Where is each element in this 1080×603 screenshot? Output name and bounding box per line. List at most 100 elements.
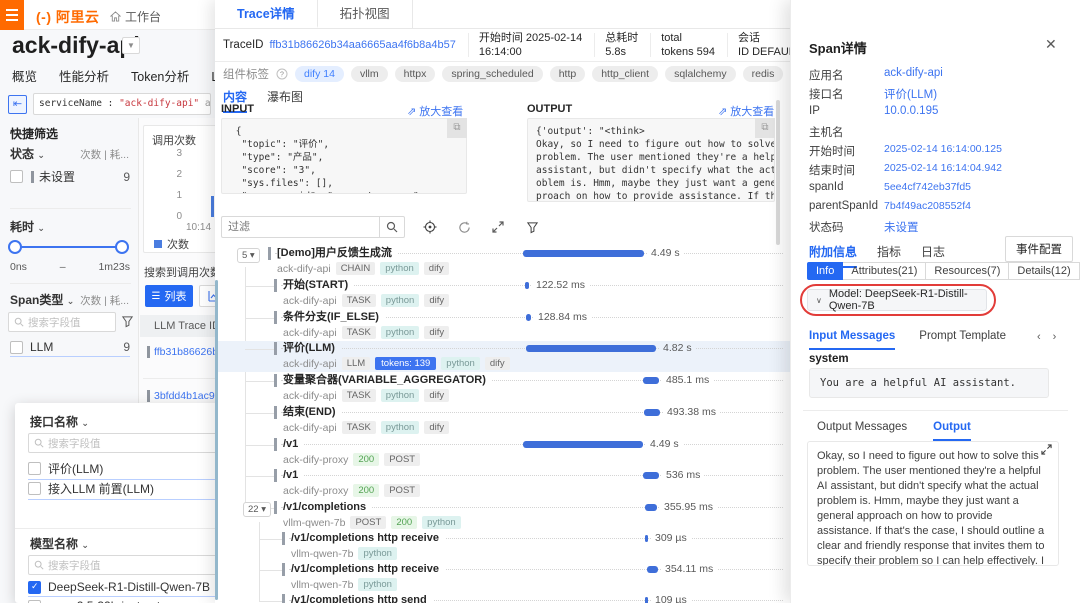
query-mode-icon[interactable]: ⇤: [8, 95, 27, 114]
tab-output-messages[interactable]: Output Messages: [817, 421, 907, 441]
span-title[interactable]: 条件分支(IF_ELSE): [283, 310, 385, 325]
filter-funnel-icon[interactable]: [121, 315, 134, 328]
list-view-button[interactable]: ☰ 列表: [145, 285, 193, 307]
span-filter-input[interactable]: [221, 216, 379, 238]
span-title[interactable]: /v1/completions http receive: [291, 531, 445, 546]
duration-bar[interactable]: [645, 597, 648, 603]
tab-overview[interactable]: 概览: [12, 66, 37, 85]
input-zoom-link[interactable]: ⇗放大查看: [407, 103, 463, 119]
checkbox-checked[interactable]: [28, 581, 41, 594]
tag-dify[interactable]: dify 14: [295, 66, 344, 82]
span-title[interactable]: 评价(LLM): [283, 341, 341, 356]
tag-spring-scheduled[interactable]: spring_scheduled: [442, 66, 542, 82]
tab-trace-detail[interactable]: Trace详情: [215, 0, 318, 28]
workspace-button[interactable]: 工作台: [110, 8, 161, 25]
chart-view-button[interactable]: [199, 285, 215, 307]
tag-vllm[interactable]: vllm: [351, 66, 388, 82]
duration-slider[interactable]: [0, 240, 137, 254]
duration-bar[interactable]: [523, 441, 643, 448]
status-cols-header[interactable]: 次数 | 耗...: [80, 147, 129, 162]
refresh-icon[interactable]: [453, 216, 475, 238]
output-text-block[interactable]: Okay, so I need to figure out how to sol…: [807, 441, 1059, 566]
tag-sqlalchemy[interactable]: sqlalchemy: [665, 66, 736, 82]
checkbox[interactable]: [28, 462, 41, 475]
expand-output-icon[interactable]: [1041, 444, 1052, 455]
pill-tab-resources[interactable]: Resources(7): [926, 262, 1009, 280]
span-row[interactable]: /v1ack-dify-proxy200POST4.49 s: [215, 437, 790, 468]
span-row[interactable]: /v1ack-dify-proxy200POST536 ms: [215, 468, 790, 499]
span-row[interactable]: 变量聚合器(VARIABLE_AGGREGATOR)ack-dify-apiTA…: [215, 373, 790, 404]
expand-badge[interactable]: 22 ▾: [243, 502, 271, 517]
span-row[interactable]: 开始(START)ack-dify-apiTASKpythondify122.5…: [215, 278, 790, 309]
hamburger-menu-icon[interactable]: [0, 0, 24, 30]
trace-table-header[interactable]: LLM Trace ID: [140, 315, 215, 337]
trace-id-row[interactable]: 3bfdd4b1ac9f2c...: [147, 390, 215, 402]
output-zoom-link[interactable]: ⇗放大查看: [718, 103, 774, 119]
span-row[interactable]: 条件分支(IF_ELSE)ack-dify-apiTASKpythondify1…: [215, 310, 790, 341]
checkbox[interactable]: [10, 170, 23, 183]
tab-topology-view[interactable]: 拓扑视图: [318, 0, 413, 28]
tag-http-client[interactable]: http_client: [592, 66, 658, 82]
checkbox[interactable]: [28, 482, 41, 495]
tag-redis[interactable]: redis: [743, 66, 784, 82]
duration-bar[interactable]: [643, 377, 659, 384]
chart-legend[interactable]: 次数: [154, 236, 189, 252]
expand-badge[interactable]: 5 ▾: [237, 248, 260, 263]
trace-id-value[interactable]: ffb31b86626b34aa6665aa4f6b8a4b57: [269, 39, 455, 51]
duration-bar[interactable]: [647, 566, 658, 573]
checkbox[interactable]: [10, 341, 23, 354]
span-type-search-input[interactable]: 搜索字段值: [8, 312, 116, 332]
span-row[interactable]: 评价(LLM)ack-dify-apiLLMtokens: 139pythond…: [215, 341, 790, 372]
duration-bar[interactable]: [523, 250, 644, 257]
span-title[interactable]: [Demo]用户反馈生成流: [277, 246, 398, 261]
tab-token[interactable]: Token分析: [131, 66, 189, 85]
span-title[interactable]: /v1: [283, 437, 304, 452]
search-button[interactable]: [379, 216, 405, 238]
span-row[interactable]: 结束(END)ack-dify-apiTASKpythondify493.38 …: [215, 405, 790, 436]
tab-prompt-template[interactable]: Prompt Template: [919, 330, 1006, 350]
span-type-cols-header[interactable]: 次数 | 耗...: [80, 293, 129, 308]
question-circle-icon[interactable]: ?: [276, 68, 288, 80]
span-title[interactable]: /v1/completions: [283, 500, 372, 515]
pill-tab-details[interactable]: Details(12): [1009, 262, 1079, 280]
copy-icon[interactable]: ⧉: [447, 118, 467, 138]
tab-waterfall[interactable]: 瀑布图: [267, 88, 303, 113]
fullscreen-icon[interactable]: [487, 216, 509, 238]
span-type-item-llm[interactable]: LLM 9: [10, 340, 130, 357]
span-title[interactable]: 结束(END): [283, 405, 342, 420]
slider-handle-min[interactable]: [8, 240, 22, 254]
close-icon[interactable]: ✕: [1045, 36, 1057, 53]
trace-id-link[interactable]: 3bfdd4b1ac9f2c...: [154, 390, 215, 402]
span-row[interactable]: /v1/completions http receivevllm-qwen-7b…: [215, 531, 790, 562]
pill-tab-attributes[interactable]: Attributes(21): [843, 262, 926, 280]
trace-id-row[interactable]: ffb31b86626b34...: [147, 346, 215, 358]
scrollbar-thumb[interactable]: [776, 100, 780, 245]
event-config-button[interactable]: 事件配置: [1005, 236, 1073, 262]
tag-httpx[interactable]: httpx: [395, 66, 436, 82]
scrollbar-thumb[interactable]: [215, 280, 218, 600]
tab-input-messages[interactable]: Input Messages: [809, 330, 895, 350]
duration-bar[interactable]: [645, 504, 657, 511]
status-item-unset[interactable]: 未设置 9: [10, 168, 130, 185]
duration-bar[interactable]: [644, 409, 660, 416]
span-row[interactable]: /v1/completions http sendvllm-qwen-7bpyt…: [215, 593, 790, 603]
duration-bar[interactable]: [526, 314, 531, 321]
copy-icon[interactable]: ⧉: [755, 118, 775, 138]
span-title[interactable]: 开始(START): [283, 278, 354, 293]
model-name-header[interactable]: 模型名称 ⌄: [30, 535, 89, 552]
slider-handle-max[interactable]: [115, 240, 129, 254]
chevron-right-icon[interactable]: ›: [1053, 331, 1057, 343]
status-filter-header[interactable]: 状态 ⌄: [10, 145, 45, 162]
output-code-block[interactable]: {'output': "<think> Okay, so I need to f…: [527, 118, 775, 202]
query-input[interactable]: serviceName : "ack-dify-api" and (attri: [33, 93, 211, 115]
duration-bar[interactable]: [643, 472, 659, 479]
pill-tab-info[interactable]: Info: [807, 262, 843, 280]
input-code-block[interactable]: { "topic": "评价", "type": "产品", "score": …: [221, 118, 467, 194]
system-message-content[interactable]: You are a helpful AI assistant.: [809, 368, 1049, 398]
span-title[interactable]: 变量聚合器(VARIABLE_AGGREGATOR): [283, 373, 492, 388]
duration-bar[interactable]: [526, 345, 656, 352]
app-switcher-dropdown[interactable]: ▼: [122, 37, 140, 54]
duration-filter-header[interactable]: 耗时 ⌄: [10, 218, 45, 235]
duration-bar[interactable]: [645, 535, 648, 542]
checkbox[interactable]: [28, 600, 41, 603]
